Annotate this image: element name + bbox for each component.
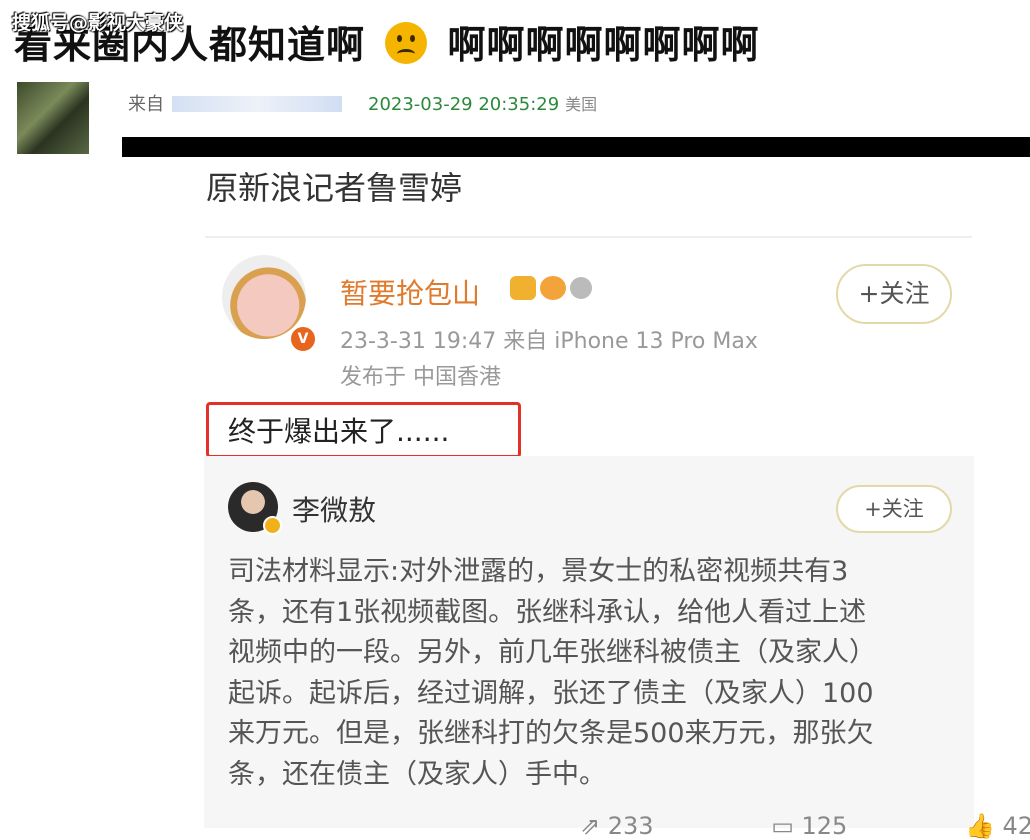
weibo-username[interactable]: 暂要抢包山 [340,272,480,312]
repost-line: 视频中的一段。另外，前几年张继科被债主（及家人） [228,637,876,668]
source-prefix: 来自 [128,94,164,115]
watermark: 搜狐号@影视大豪侠 [12,12,184,34]
post-location: 美国 [565,95,598,114]
repost-stats: ⇗ 233 ▭ 125 👍 421 [580,812,1030,840]
crown-badge-icon [510,276,536,300]
user-badges [510,276,596,300]
like-count-value: 421 [1002,812,1030,840]
fish-badge-icon [540,276,566,300]
repost-line: 起诉。起诉后，经过调解，张还了债主（及家人）100 [228,677,874,709]
screenshot-caption: 原新浪记者鲁雪婷 [206,169,463,207]
highlight-box [206,402,521,458]
post-title-suffix: 啊啊啊啊啊啊啊啊 [447,23,760,67]
repost-count[interactable]: ⇗ 233 [580,812,709,840]
repost-line: 司法材料显示:对外泄露的，景女士的私密视频共有3 [228,556,849,587]
weibo-user-avatar[interactable] [222,255,306,339]
repost-body: 司法材料显示:对外泄露的，景女士的私密视频共有3 条，还有1张视频截图。张继科承… [228,552,948,795]
repost-line: 条，还有1张视频截图。张继科承认，给他人看过上述 [228,596,867,628]
redaction-bar [122,137,1030,157]
weibo-location: 发布于 中国香港 [340,365,501,390]
verified-badge-icon: V [289,325,317,353]
repost-username[interactable]: 李微敖 [292,489,376,529]
poster-avatar[interactable] [17,82,89,154]
worried-face-icon [385,22,428,64]
comment-count-value: 125 [801,812,848,840]
blurred-source-name [172,96,342,112]
repost-count-value: 233 [607,812,654,840]
divider [205,236,972,238]
repost-follow-button[interactable]: +关注 [836,485,952,533]
like-count[interactable]: 👍 421 [965,812,1030,840]
repost-verified-icon [263,516,282,535]
repost-line: 条，还在债主（及家人）手中。 [228,758,606,790]
repost-line: 来万元。但是，张继科打的欠条是500来万元，那张欠 [228,718,874,749]
medal-badge-icon [570,277,592,299]
comment-count[interactable]: ▭ 125 [771,812,902,840]
follow-button[interactable]: +关注 [836,264,952,324]
post-source-row: 来自 2023-03-29 20:35:29 美国 [128,90,597,116]
post-timestamp: 2023-03-29 20:35:29 [368,94,560,115]
weibo-meta: 23-3-31 19:47 来自 iPhone 13 Pro Max [340,329,758,354]
